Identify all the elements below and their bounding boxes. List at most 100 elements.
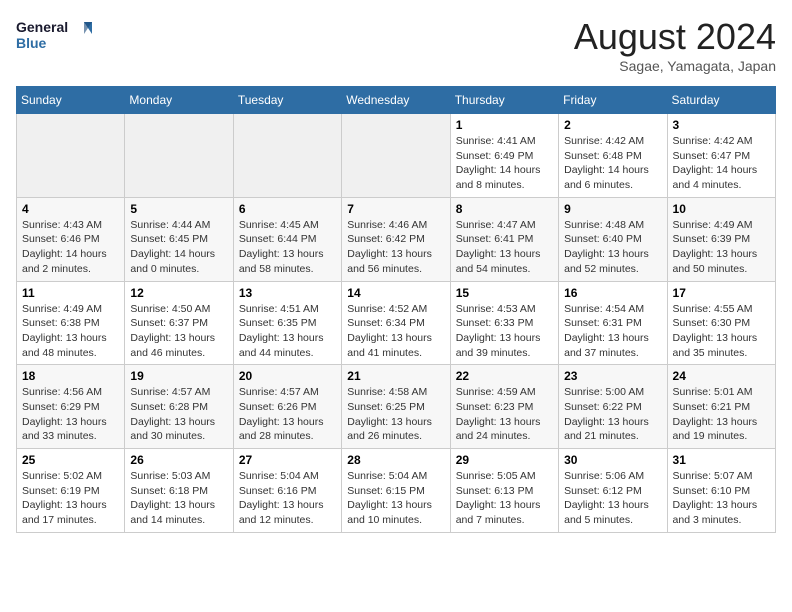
day-number: 12 bbox=[130, 286, 227, 300]
day-number: 18 bbox=[22, 369, 119, 383]
day-number: 14 bbox=[347, 286, 444, 300]
day-number: 4 bbox=[22, 202, 119, 216]
calendar-cell: 15 Sunrise: 4:53 AM Sunset: 6:33 PM Dayli… bbox=[450, 281, 558, 365]
calendar-cell bbox=[17, 114, 125, 198]
day-detail: Sunrise: 5:03 AM Sunset: 6:18 PM Dayligh… bbox=[130, 469, 227, 528]
calendar-cell: 1 Sunrise: 4:41 AM Sunset: 6:49 PM Daylig… bbox=[450, 114, 558, 198]
day-detail: Sunrise: 5:00 AM Sunset: 6:22 PM Dayligh… bbox=[564, 385, 661, 444]
day-detail: Sunrise: 4:45 AM Sunset: 6:44 PM Dayligh… bbox=[239, 218, 336, 277]
day-number: 28 bbox=[347, 453, 444, 467]
calendar-cell: 29Sunrise: 5:05 AM Sunset: 6:13 PM Dayli… bbox=[450, 449, 558, 533]
weekday-header: Saturday bbox=[667, 87, 775, 114]
calendar-cell: 26 Sunrise: 5:03 AM Sunset: 6:18 PM Dayli… bbox=[125, 449, 233, 533]
calendar-cell bbox=[125, 114, 233, 198]
day-detail: Sunrise: 5:07 AM Sunset: 6:10 PM Dayligh… bbox=[673, 469, 770, 528]
day-detail: Sunrise: 4:41 AM Sunset: 6:49 PM Dayligh… bbox=[456, 134, 553, 193]
day-detail: Sunrise: 5:06 AM Sunset: 6:12 PM Dayligh… bbox=[564, 469, 661, 528]
title-block: August 2024 Sagae, Yamagata, Japan bbox=[574, 16, 776, 74]
logo: General Blue bbox=[16, 16, 96, 56]
day-number: 9 bbox=[564, 202, 661, 216]
calendar-cell: 14 Sunrise: 4:52 AM Sunset: 6:34 PM Dayli… bbox=[342, 281, 450, 365]
calendar-cell: 23 Sunrise: 5:00 AM Sunset: 6:22 PM Dayli… bbox=[559, 365, 667, 449]
calendar-cell: 10 Sunrise: 4:49 AM Sunset: 6:39 PM Dayli… bbox=[667, 197, 775, 281]
calendar-week-row: 1 Sunrise: 4:41 AM Sunset: 6:49 PM Daylig… bbox=[17, 114, 776, 198]
calendar-cell: 22 Sunrise: 4:59 AM Sunset: 6:23 PM Dayli… bbox=[450, 365, 558, 449]
day-number: 27 bbox=[239, 453, 336, 467]
day-detail: Sunrise: 4:57 AM Sunset: 6:28 PM Dayligh… bbox=[130, 385, 227, 444]
calendar-cell: 16 Sunrise: 4:54 AM Sunset: 6:31 PM Dayli… bbox=[559, 281, 667, 365]
day-detail: Sunrise: 5:04 AM Sunset: 6:15 PM Dayligh… bbox=[347, 469, 444, 528]
weekday-header: Tuesday bbox=[233, 87, 341, 114]
day-number: 26 bbox=[130, 453, 227, 467]
day-number: 25 bbox=[22, 453, 119, 467]
day-number: 11 bbox=[22, 286, 119, 300]
day-detail: Sunrise: 4:42 AM Sunset: 6:47 PM Dayligh… bbox=[673, 134, 770, 193]
calendar-cell bbox=[233, 114, 341, 198]
weekday-header: Friday bbox=[559, 87, 667, 114]
svg-text:General: General bbox=[16, 19, 68, 35]
day-detail: Sunrise: 4:49 AM Sunset: 6:39 PM Dayligh… bbox=[673, 218, 770, 277]
day-number: 20 bbox=[239, 369, 336, 383]
calendar-cell: 27 Sunrise: 5:04 AM Sunset: 6:16 PM Dayli… bbox=[233, 449, 341, 533]
day-detail: Sunrise: 5:01 AM Sunset: 6:21 PM Dayligh… bbox=[673, 385, 770, 444]
day-number: 19 bbox=[130, 369, 227, 383]
day-number: 17 bbox=[673, 286, 770, 300]
day-number: 23 bbox=[564, 369, 661, 383]
day-detail: Sunrise: 4:47 AM Sunset: 6:41 PM Dayligh… bbox=[456, 218, 553, 277]
calendar-cell: 17 Sunrise: 4:55 AM Sunset: 6:30 PM Dayli… bbox=[667, 281, 775, 365]
subtitle: Sagae, Yamagata, Japan bbox=[574, 58, 776, 74]
calendar-cell: 19 Sunrise: 4:57 AM Sunset: 6:28 PM Dayli… bbox=[125, 365, 233, 449]
calendar-cell: 24 Sunrise: 5:01 AM Sunset: 6:21 PM Dayli… bbox=[667, 365, 775, 449]
weekday-header: Thursday bbox=[450, 87, 558, 114]
day-detail: Sunrise: 4:59 AM Sunset: 6:23 PM Dayligh… bbox=[456, 385, 553, 444]
calendar-cell: 2Sunrise: 4:42 AM Sunset: 6:48 PM Daylig… bbox=[559, 114, 667, 198]
calendar-cell: 4 Sunrise: 4:43 AM Sunset: 6:46 PM Daylig… bbox=[17, 197, 125, 281]
calendar-cell: 11 Sunrise: 4:49 AM Sunset: 6:38 PM Dayli… bbox=[17, 281, 125, 365]
day-number: 16 bbox=[564, 286, 661, 300]
calendar-cell: 18 Sunrise: 4:56 AM Sunset: 6:29 PM Dayli… bbox=[17, 365, 125, 449]
day-number: 24 bbox=[673, 369, 770, 383]
day-detail: Sunrise: 4:55 AM Sunset: 6:30 PM Dayligh… bbox=[673, 302, 770, 361]
calendar-cell: 7Sunrise: 4:46 AM Sunset: 6:42 PM Daylig… bbox=[342, 197, 450, 281]
day-number: 29 bbox=[456, 453, 553, 467]
day-detail: Sunrise: 4:43 AM Sunset: 6:46 PM Dayligh… bbox=[22, 218, 119, 277]
day-number: 1 bbox=[456, 118, 553, 132]
calendar-week-row: 18 Sunrise: 4:56 AM Sunset: 6:29 PM Dayli… bbox=[17, 365, 776, 449]
day-detail: Sunrise: 4:48 AM Sunset: 6:40 PM Dayligh… bbox=[564, 218, 661, 277]
day-number: 6 bbox=[239, 202, 336, 216]
calendar-cell: 21Sunrise: 4:58 AM Sunset: 6:25 PM Dayli… bbox=[342, 365, 450, 449]
calendar-cell: 12 Sunrise: 4:50 AM Sunset: 6:37 PM Dayli… bbox=[125, 281, 233, 365]
weekday-header: Sunday bbox=[17, 87, 125, 114]
day-number: 30 bbox=[564, 453, 661, 467]
logo-icon: General Blue bbox=[16, 16, 96, 56]
day-detail: Sunrise: 4:49 AM Sunset: 6:38 PM Dayligh… bbox=[22, 302, 119, 361]
calendar-cell: 3 Sunrise: 4:42 AM Sunset: 6:47 PM Daylig… bbox=[667, 114, 775, 198]
day-detail: Sunrise: 4:56 AM Sunset: 6:29 PM Dayligh… bbox=[22, 385, 119, 444]
day-detail: Sunrise: 4:52 AM Sunset: 6:34 PM Dayligh… bbox=[347, 302, 444, 361]
day-number: 10 bbox=[673, 202, 770, 216]
calendar-cell: 25 Sunrise: 5:02 AM Sunset: 6:19 PM Dayli… bbox=[17, 449, 125, 533]
day-number: 2 bbox=[564, 118, 661, 132]
day-detail: Sunrise: 5:04 AM Sunset: 6:16 PM Dayligh… bbox=[239, 469, 336, 528]
day-number: 31 bbox=[673, 453, 770, 467]
calendar-cell: 20Sunrise: 4:57 AM Sunset: 6:26 PM Dayli… bbox=[233, 365, 341, 449]
day-detail: Sunrise: 4:53 AM Sunset: 6:33 PM Dayligh… bbox=[456, 302, 553, 361]
weekday-header: Monday bbox=[125, 87, 233, 114]
page-header: General Blue August 2024 Sagae, Yamagata… bbox=[16, 16, 776, 74]
day-number: 22 bbox=[456, 369, 553, 383]
day-detail: Sunrise: 4:54 AM Sunset: 6:31 PM Dayligh… bbox=[564, 302, 661, 361]
calendar-table: SundayMondayTuesdayWednesdayThursdayFrid… bbox=[16, 86, 776, 533]
day-number: 21 bbox=[347, 369, 444, 383]
day-number: 15 bbox=[456, 286, 553, 300]
calendar-week-row: 25 Sunrise: 5:02 AM Sunset: 6:19 PM Dayli… bbox=[17, 449, 776, 533]
day-detail: Sunrise: 5:02 AM Sunset: 6:19 PM Dayligh… bbox=[22, 469, 119, 528]
calendar-week-row: 4 Sunrise: 4:43 AM Sunset: 6:46 PM Daylig… bbox=[17, 197, 776, 281]
calendar-cell: 30 Sunrise: 5:06 AM Sunset: 6:12 PM Dayli… bbox=[559, 449, 667, 533]
weekday-header-row: SundayMondayTuesdayWednesdayThursdayFrid… bbox=[17, 87, 776, 114]
day-number: 3 bbox=[673, 118, 770, 132]
day-number: 7 bbox=[347, 202, 444, 216]
calendar-cell: 31 Sunrise: 5:07 AM Sunset: 6:10 PM Dayli… bbox=[667, 449, 775, 533]
day-detail: Sunrise: 4:50 AM Sunset: 6:37 PM Dayligh… bbox=[130, 302, 227, 361]
calendar-cell: 6 Sunrise: 4:45 AM Sunset: 6:44 PM Daylig… bbox=[233, 197, 341, 281]
calendar-cell: 13Sunrise: 4:51 AM Sunset: 6:35 PM Dayli… bbox=[233, 281, 341, 365]
